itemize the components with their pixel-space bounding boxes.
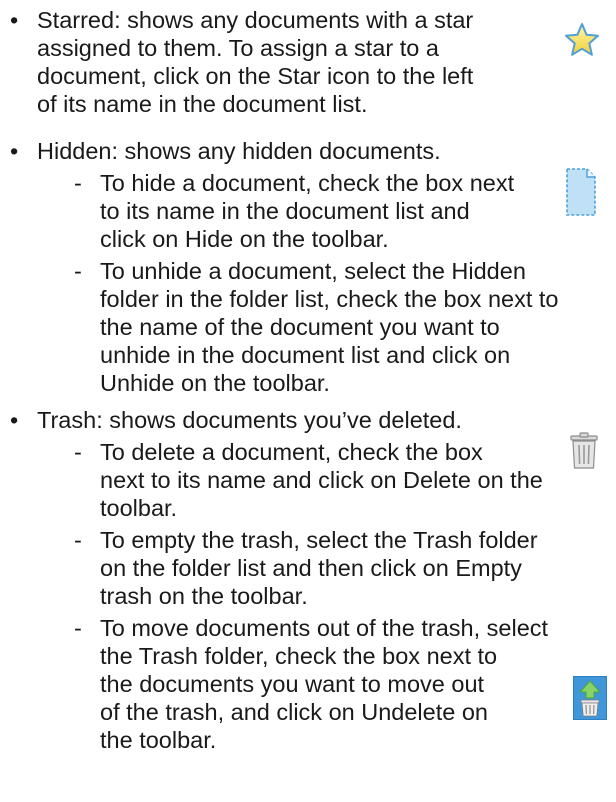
unhide-step-line: the name of the document you want to — [100, 314, 500, 340]
trash-icon — [570, 432, 598, 469]
star-icon — [565, 23, 599, 56]
dash: - — [74, 527, 82, 553]
starred-text-line: of its name in the document list. — [37, 91, 368, 117]
undelete-step-line: the toolbar. — [100, 727, 217, 753]
hidden-document-icon — [566, 168, 596, 216]
starred-text-line: Starred: shows any documents with a star — [37, 7, 474, 33]
empty-trash-step-line: trash on the toolbar. — [100, 583, 308, 609]
delete-step-line: To delete a document, check the box — [100, 439, 483, 465]
empty-trash-step-line: To empty the trash, select the Trash fol… — [100, 527, 538, 553]
dash: - — [74, 170, 82, 196]
trash-text-line: Trash: shows documents you’ve deleted. — [37, 407, 462, 433]
dash: - — [74, 258, 82, 284]
dash: - — [74, 615, 82, 641]
hide-step-line: To hide a document, check the box next — [100, 170, 515, 196]
unhide-step-line: Unhide on the toolbar. — [100, 370, 330, 396]
unhide-step-line: unhide in the document list and click on — [100, 342, 511, 368]
undelete-step-line: To move documents out of the trash, sele… — [100, 615, 549, 641]
undelete-icon — [573, 676, 607, 720]
undelete-step-line: the Trash folder, check the box next to — [100, 643, 498, 669]
unhide-step-line: folder in the folder list, check the box… — [100, 286, 559, 312]
dash: - — [74, 439, 82, 465]
hidden-text-line: Hidden: shows any hidden documents. — [37, 138, 441, 164]
undelete-step-line: of the trash, and click on Undelete on — [100, 699, 488, 725]
unhide-step-line: To unhide a document, select the Hidden — [100, 258, 526, 284]
starred-text-line: assigned to them. To assign a star to a — [37, 35, 439, 61]
empty-trash-step-line: on the folder list and then click on Emp… — [100, 555, 522, 581]
bullet: • — [10, 407, 19, 433]
help-page: • Starred: shows any documents with a st… — [0, 0, 616, 802]
hide-step-line: click on Hide on the toolbar. — [100, 226, 389, 252]
undelete-step-line: the documents you want to move out — [100, 671, 485, 697]
delete-step-line: next to its name and click on Delete on … — [100, 467, 543, 493]
bullet: • — [10, 138, 19, 164]
starred-text-line: document, click on the Star icon to the … — [37, 63, 474, 89]
delete-step-line: toolbar. — [100, 495, 178, 521]
bullet: • — [10, 7, 19, 33]
hide-step-line: to its name in the document list and — [100, 198, 470, 224]
